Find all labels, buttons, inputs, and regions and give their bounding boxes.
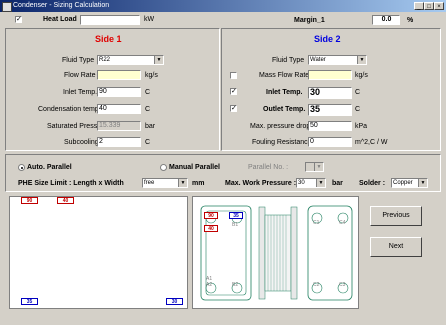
side2-mass-flow-field[interactable] [308,70,352,80]
chevron-down-icon: ▼ [178,179,187,187]
connection-preview [9,196,188,309]
chevron-down-icon: ▼ [154,56,163,64]
diagram-tag-a: 90 [204,212,218,219]
chevron-down-icon: ▼ [418,179,427,187]
chevron-down-icon: ▼ [316,179,325,187]
previous-button[interactable]: Previous [370,206,422,226]
side2-fluid-type-label: Fluid Type [272,57,305,64]
auto-parallel-label: Auto. Parallel [27,164,72,171]
side1-fluid-type-label: Fluid Type [62,57,95,64]
side1-sat-press-unit: bar [145,123,156,130]
manual-parallel-label: Manual Parallel [169,164,220,171]
margin-field[interactable]: 0.0 [372,15,400,25]
preview-tag-br: 30 [166,298,183,305]
side1-subcooling-unit: C [145,139,151,146]
port-c1-label: C1 [313,220,320,226]
chevron-down-icon: ▼ [357,56,366,64]
auto-parallel-radio[interactable] [18,164,25,171]
max-work-pressure-unit: bar [332,180,343,187]
side1-subcooling-field[interactable]: 2 [97,137,141,147]
margin-unit: % [407,17,414,24]
phe-size-label: PHE Size Limit : Length x Width [18,180,124,187]
side2-max-pd-field[interactable]: 50 [308,121,352,131]
side1-cond-temp-unit: C [145,106,151,113]
side1-title: Side 1 [95,34,122,44]
app-icon [2,2,12,12]
diagram-tag-b: 35 [229,212,243,219]
side1-cond-temp-field[interactable]: 40 [97,104,141,114]
parallel-no-select: ▼ [305,162,324,172]
preview-tag-bl: 35 [21,298,38,305]
side2-inlet-temp-label: Inlet Temp. [266,89,303,96]
side1-subcooling-label: Subcooling [64,139,99,146]
parallel-no-label: Parallel No. : [248,164,289,171]
side2-max-pd-label: Max. pressure drop [250,123,311,130]
side2-mass-flow-unit: kg/s [355,72,368,79]
margin-label: Margin_1 [294,17,325,24]
side1-cond-temp-label: Condensation temp [38,106,99,113]
port-c2-label: C2 [313,282,320,288]
side2-inlet-temp-field[interactable]: 30 [308,87,352,99]
side1-inlet-temp-label: Inlet Temp. [63,89,98,96]
side1-flow-rate-unit: kg/s [145,72,158,79]
max-work-pressure-select[interactable]: 30 ▼ [296,178,326,188]
port-b2-label: B2 [232,282,239,288]
side1-inlet-temp-unit: C [145,89,151,96]
side1-flow-rate-label: Flow Rate [64,72,96,79]
phe-size-unit: mm [192,180,205,187]
side1-inlet-temp-field[interactable]: 90 [97,87,141,97]
heat-load-field[interactable] [80,15,140,25]
side2-title: Side 2 [314,34,341,44]
heat-load-checkbox[interactable]: ✓ [15,16,22,23]
preview-tag-tr: 40 [57,197,74,204]
side2-inlet-temp-unit: C [355,89,361,96]
solder-select[interactable]: Copper ▼ [391,178,428,188]
side2-outlet-temp-label: Outlet Temp. [263,106,306,113]
max-work-pressure-label: Max. Work Pressure : [225,180,297,187]
port-b1-label: B1 [232,222,239,228]
mass-flow-checkbox[interactable] [230,72,237,79]
side2-max-pd-unit: kPa [355,123,368,130]
side1-sat-press-field: 15.339 [97,121,141,131]
side2-fouling-label: Fouling Resistance [252,139,312,146]
chevron-down-icon: ▼ [314,163,323,171]
side2-fouling-unit: m^2,C / W [355,139,388,146]
inlet-temp-checkbox[interactable]: ✓ [230,88,237,95]
side1-flow-rate-field[interactable] [97,70,141,80]
window-title: Condenser - Sizing Calculation [13,2,110,9]
side2-fouling-field[interactable]: 0 [308,137,352,147]
title-bar: Condenser - Sizing Calculation _ □ × [0,0,446,12]
port-c3-label: C3 [339,282,346,288]
port-c4-label: C4 [339,220,346,226]
side2-outlet-temp-field[interactable]: 35 [308,104,352,116]
solder-label: Solder : [359,180,386,187]
close-button[interactable]: × [434,2,444,10]
side2-mass-flow-label: Mass Flow Rate [259,72,310,79]
side2-outlet-temp-unit: C [355,106,361,113]
heat-load-unit: kW [144,16,155,23]
outlet-temp-checkbox[interactable]: ✓ [230,105,237,112]
manual-parallel-radio[interactable] [160,164,167,171]
diagram-tag-c: 40 [204,225,218,232]
phe-size-select[interactable]: free ▼ [142,178,188,188]
next-button[interactable]: Next [370,237,422,257]
side1-fluid-type-select[interactable]: R22 ▼ [97,55,164,65]
preview-tag-tl: 90 [21,197,38,204]
side1-sat-press-label: Saturated Press. [47,123,100,130]
heat-load-label: Heat Load [43,16,77,23]
port-a2-label: A2 [206,282,213,288]
minimize-button[interactable]: _ [414,2,424,10]
side2-fluid-type-select[interactable]: Water ▼ [308,55,367,65]
maximize-button[interactable]: □ [424,2,434,10]
